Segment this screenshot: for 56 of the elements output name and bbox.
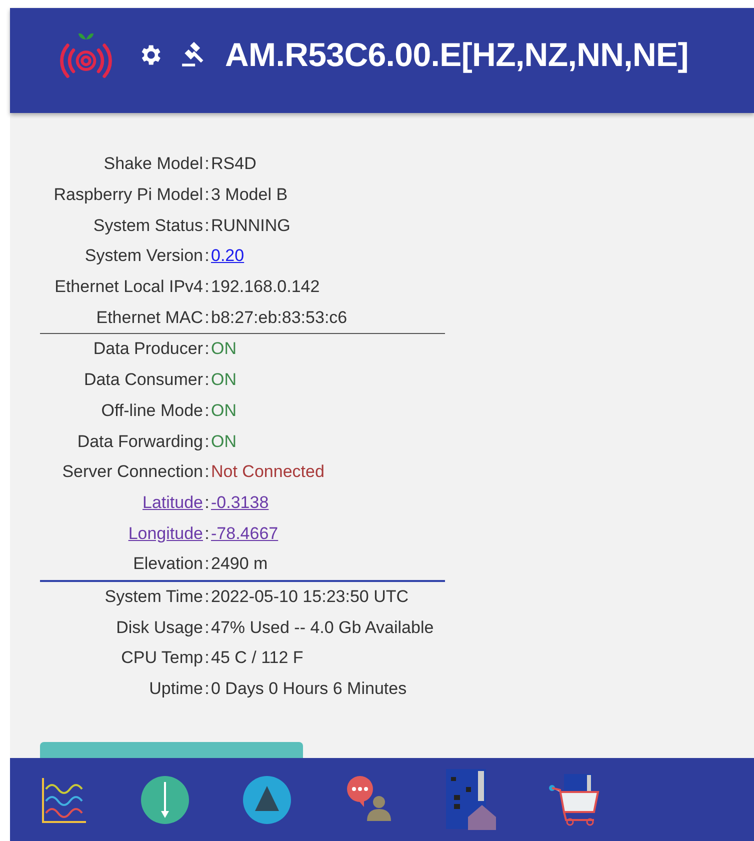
info-value: 3 Model B [211,185,288,206]
label-colon: : [204,216,210,236]
info-value: RS4D [211,154,256,174]
label-colon: : [204,400,210,421]
label-colon: : [204,618,210,638]
info-label: Data Producer [92,339,203,360]
label-colon: : [204,492,210,513]
info-label: Server Connection [61,462,203,482]
info-value: 45 C / 112 F [211,648,304,668]
coordinate-label-link[interactable]: Latitude [10,492,203,513]
info-label: Shake Model [102,154,203,174]
label-colon: : [204,370,210,390]
info-label: Data Consumer [82,370,203,390]
label-colon: : [204,462,210,482]
info-label: System Time [104,586,203,607]
info-label: Ethernet Local IPv4 [54,277,203,298]
coordinate-label-link[interactable]: Longitude [10,524,203,544]
info-label: CPU Temp [120,648,203,668]
status-value: ON [211,339,236,360]
info-label: Data Forwarding [76,432,203,452]
status-value: Not Connected [211,462,324,482]
station-title: AM.R53C6.00.E[HZ,NZ,NN,NE] [225,36,688,74]
info-label: System Version [84,246,203,266]
status-value: ON [211,400,236,421]
info-value: 0 Days 0 Hours 6 Minutes [211,679,407,700]
label-colon: : [204,339,210,360]
label-colon: : [204,554,210,574]
info-label: Ethernet MAC [95,308,203,328]
info-value: RUNNING [211,216,290,236]
label-colon: : [204,154,210,174]
info-label: Raspberry Pi Model [52,185,203,206]
coordinate-link[interactable]: -78.4667 [211,524,278,544]
info-label: Uptime [148,679,203,700]
info-label: System Status [92,216,203,236]
label-colon: : [204,246,210,266]
version-link[interactable]: 0.20 [211,246,244,266]
status-value: ON [211,432,236,452]
info-value: 47% Used -- 4.0 Gb Available [211,618,434,638]
circuit-board-house-icon[interactable] [446,768,496,830]
info-value: 2022-05-10 15:23:50 UTC [211,586,409,607]
info-label: Elevation [132,554,203,574]
info-label: Off-line Mode [100,400,203,421]
info-value: 2490 m [211,554,268,574]
info-label: Disk Usage [115,618,203,638]
label-colon: : [204,586,210,607]
info-value: 192.168.0.142 [211,277,320,298]
label-colon: : [204,185,210,206]
label-colon: : [204,524,210,544]
label-colon: : [204,432,210,452]
info-value: b8:27:eb:83:53:c6 [211,308,348,328]
label-colon: : [204,679,210,700]
status-value: ON [211,370,236,390]
label-colon: : [204,308,210,328]
coordinate-link[interactable]: -0.3138 [211,492,269,513]
label-colon: : [204,277,210,298]
label-colon: : [204,648,210,668]
